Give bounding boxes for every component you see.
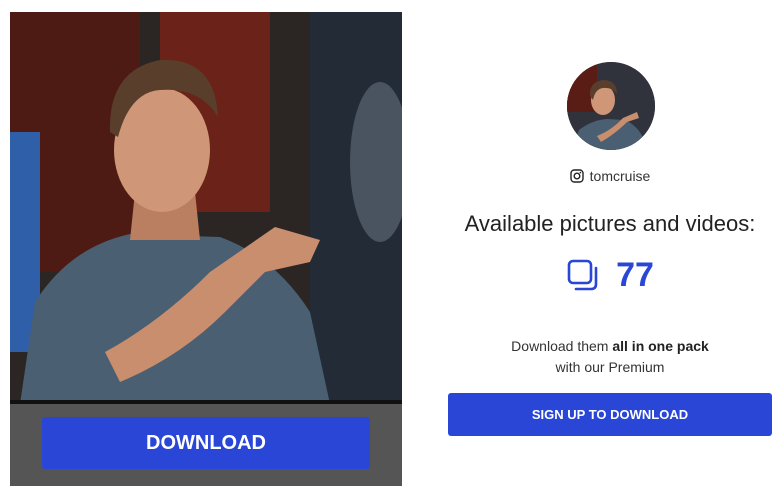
gallery-icon bbox=[567, 259, 598, 290]
sign-up-button[interactable]: SIGN UP TO DOWNLOAD bbox=[448, 393, 772, 436]
promo-emphasis: all in one pack bbox=[612, 338, 709, 354]
available-media-heading: Available pictures and videos: bbox=[464, 211, 756, 236]
info-panel: tomcruise Available pictures and videos:… bbox=[440, 0, 784, 498]
profile-photo-image bbox=[10, 12, 402, 404]
premium-promo: Download them all in one pack with our P… bbox=[440, 336, 780, 378]
media-count: 77 bbox=[616, 256, 654, 294]
download-button[interactable]: DOWNLOAD bbox=[42, 417, 370, 469]
avatar-image bbox=[567, 62, 655, 150]
handle-text: tomcruise bbox=[589, 168, 651, 184]
media-count-row: 77 bbox=[440, 256, 780, 295]
profile-handle[interactable]: tomcruise bbox=[440, 168, 780, 184]
avatar bbox=[567, 62, 655, 150]
instagram-icon bbox=[569, 169, 584, 183]
photo-panel: DOWNLOAD bbox=[10, 12, 402, 486]
profile-photo bbox=[10, 12, 402, 404]
promo-line-1: Download them all in one pack bbox=[440, 336, 780, 357]
promo-prefix: Download them bbox=[511, 338, 613, 354]
promo-line-2: with our Premium bbox=[555, 359, 665, 375]
